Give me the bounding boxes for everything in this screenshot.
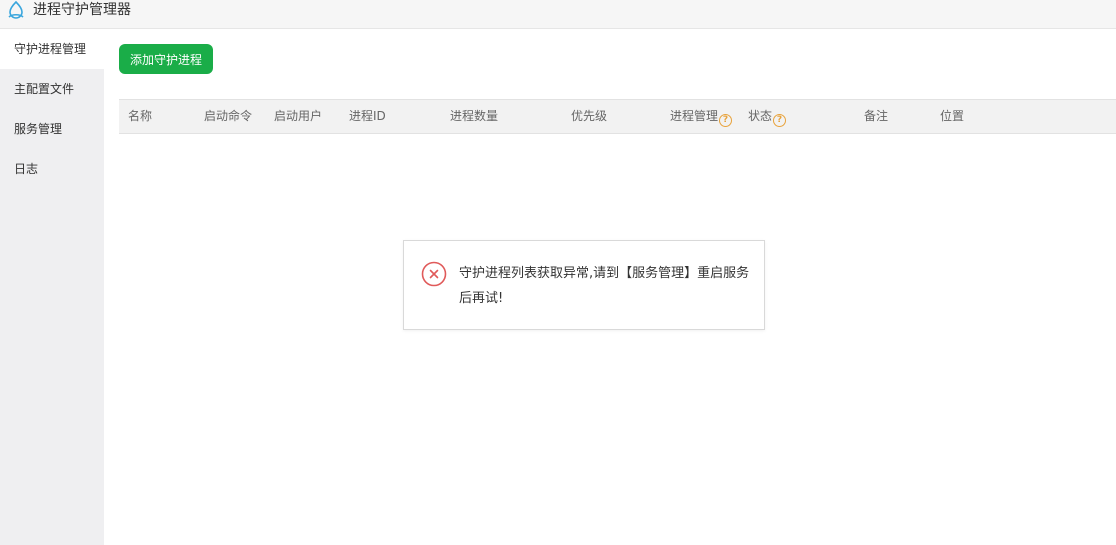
- column-header-notes: 备注: [864, 109, 889, 123]
- column-header-status-label: 状态: [748, 109, 773, 123]
- column-header-status: 状态?: [748, 100, 787, 133]
- main-content: 添加守护进程 名称 启动命令 启动用户 进程ID 进程数量 优先级 进程管理? …: [104, 29, 1116, 545]
- sidebar-item-service-management[interactable]: 服务管理: [0, 109, 104, 149]
- sidebar-item-main-config[interactable]: 主配置文件: [0, 69, 104, 109]
- help-icon[interactable]: ?: [719, 114, 733, 127]
- sidebar-item-logs[interactable]: 日志: [0, 149, 104, 189]
- column-header-process-count: 进程数量: [450, 109, 499, 123]
- column-header-command: 启动命令: [204, 109, 253, 123]
- snake-logo-icon: [8, 0, 24, 19]
- error-message: 守护进程列表获取异常,请到【服务管理】重启服务后再试!: [459, 266, 750, 306]
- error-toast: 守护进程列表获取异常,请到【服务管理】重启服务后再试!: [403, 240, 765, 330]
- column-header-process-management: 进程管理?: [670, 100, 733, 133]
- sidebar: 守护进程管理 主配置文件 服务管理 日志: [0, 29, 104, 545]
- column-header-user: 启动用户: [274, 109, 323, 123]
- app-title: 进程守护管理器: [33, 2, 131, 18]
- column-header-location: 位置: [940, 109, 965, 123]
- sidebar-item-daemon-management[interactable]: 守护进程管理: [0, 29, 104, 69]
- help-icon[interactable]: ?: [773, 114, 787, 127]
- column-header-name: 名称: [128, 109, 153, 123]
- column-header-priority: 优先级: [571, 109, 608, 123]
- add-daemon-button[interactable]: 添加守护进程: [119, 44, 213, 74]
- table-header: 名称 启动命令 启动用户 进程ID 进程数量 优先级 进程管理? 状态? 备注 …: [119, 99, 1116, 134]
- error-circle-icon: [421, 261, 447, 287]
- title-bar: 进程守护管理器: [0, 0, 1116, 29]
- column-header-pid: 进程ID: [349, 109, 386, 123]
- column-header-process-management-label: 进程管理: [670, 109, 719, 123]
